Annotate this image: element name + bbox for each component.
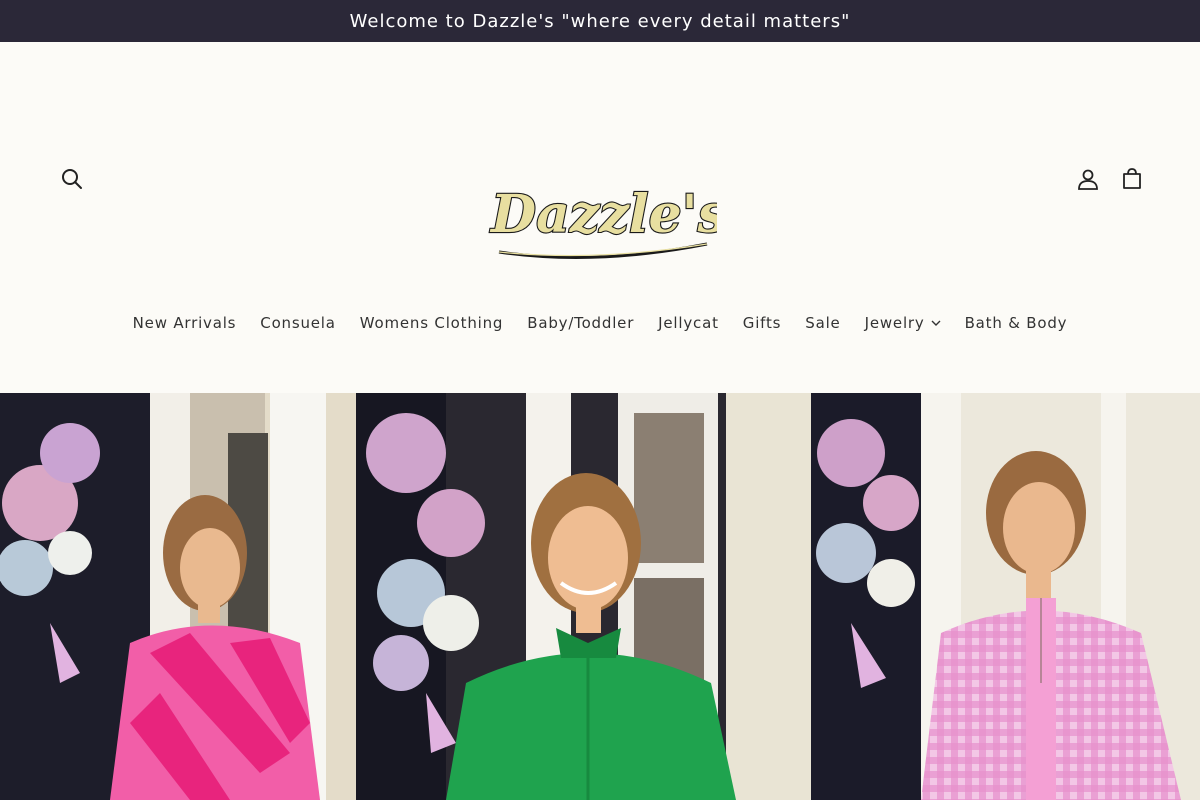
hero-banner[interactable] <box>0 393 1200 800</box>
nav-item-new-arrivals[interactable]: New Arrivals <box>133 314 237 332</box>
search-button[interactable] <box>54 161 90 197</box>
nav-item-gifts[interactable]: Gifts <box>743 314 782 332</box>
account-icon <box>1078 169 1098 190</box>
announcement-bar: Welcome to Dazzle's "where every detail … <box>0 0 1200 42</box>
logo-graphic: Dazzle's <box>488 183 728 259</box>
main-nav: New Arrivals Consuela Womens Clothing Ba… <box>0 314 1200 332</box>
cart-icon <box>1123 168 1141 189</box>
cart-button[interactable] <box>1114 161 1150 197</box>
site-logo[interactable]: Dazzle's <box>485 170 728 260</box>
search-icon <box>62 169 82 189</box>
nav-item-consuela[interactable]: Consuela <box>260 314 335 332</box>
chevron-down-icon <box>931 320 941 326</box>
nav-item-womens-clothing[interactable]: Womens Clothing <box>360 314 503 332</box>
pink-gingham-shirt-photo <box>811 393 1200 800</box>
announcement-text: Welcome to Dazzle's "where every detail … <box>349 10 851 32</box>
pink-striped-dress-photo <box>0 393 356 800</box>
green-blouse-photo <box>356 393 811 800</box>
hero-panel-2-graphic <box>356 393 811 800</box>
site-header: Dazzle's New Arrivals Consuela Womens Cl… <box>0 42 1200 393</box>
nav-item-bath-body[interactable]: Bath & Body <box>965 314 1068 332</box>
nav-item-jewelry-label: Jewelry <box>864 314 925 332</box>
account-button[interactable] <box>1070 161 1106 197</box>
nav-item-jewelry[interactable]: Jewelry <box>865 314 941 332</box>
nav-item-jellycat[interactable]: Jellycat <box>658 314 719 332</box>
hero-panel-1-graphic <box>0 393 356 800</box>
hero-panel-3-graphic <box>811 393 1200 800</box>
nav-item-baby-toddler[interactable]: Baby/Toddler <box>527 314 634 332</box>
logo-text: Dazzle's <box>489 184 717 245</box>
nav-item-sale[interactable]: Sale <box>805 314 840 332</box>
